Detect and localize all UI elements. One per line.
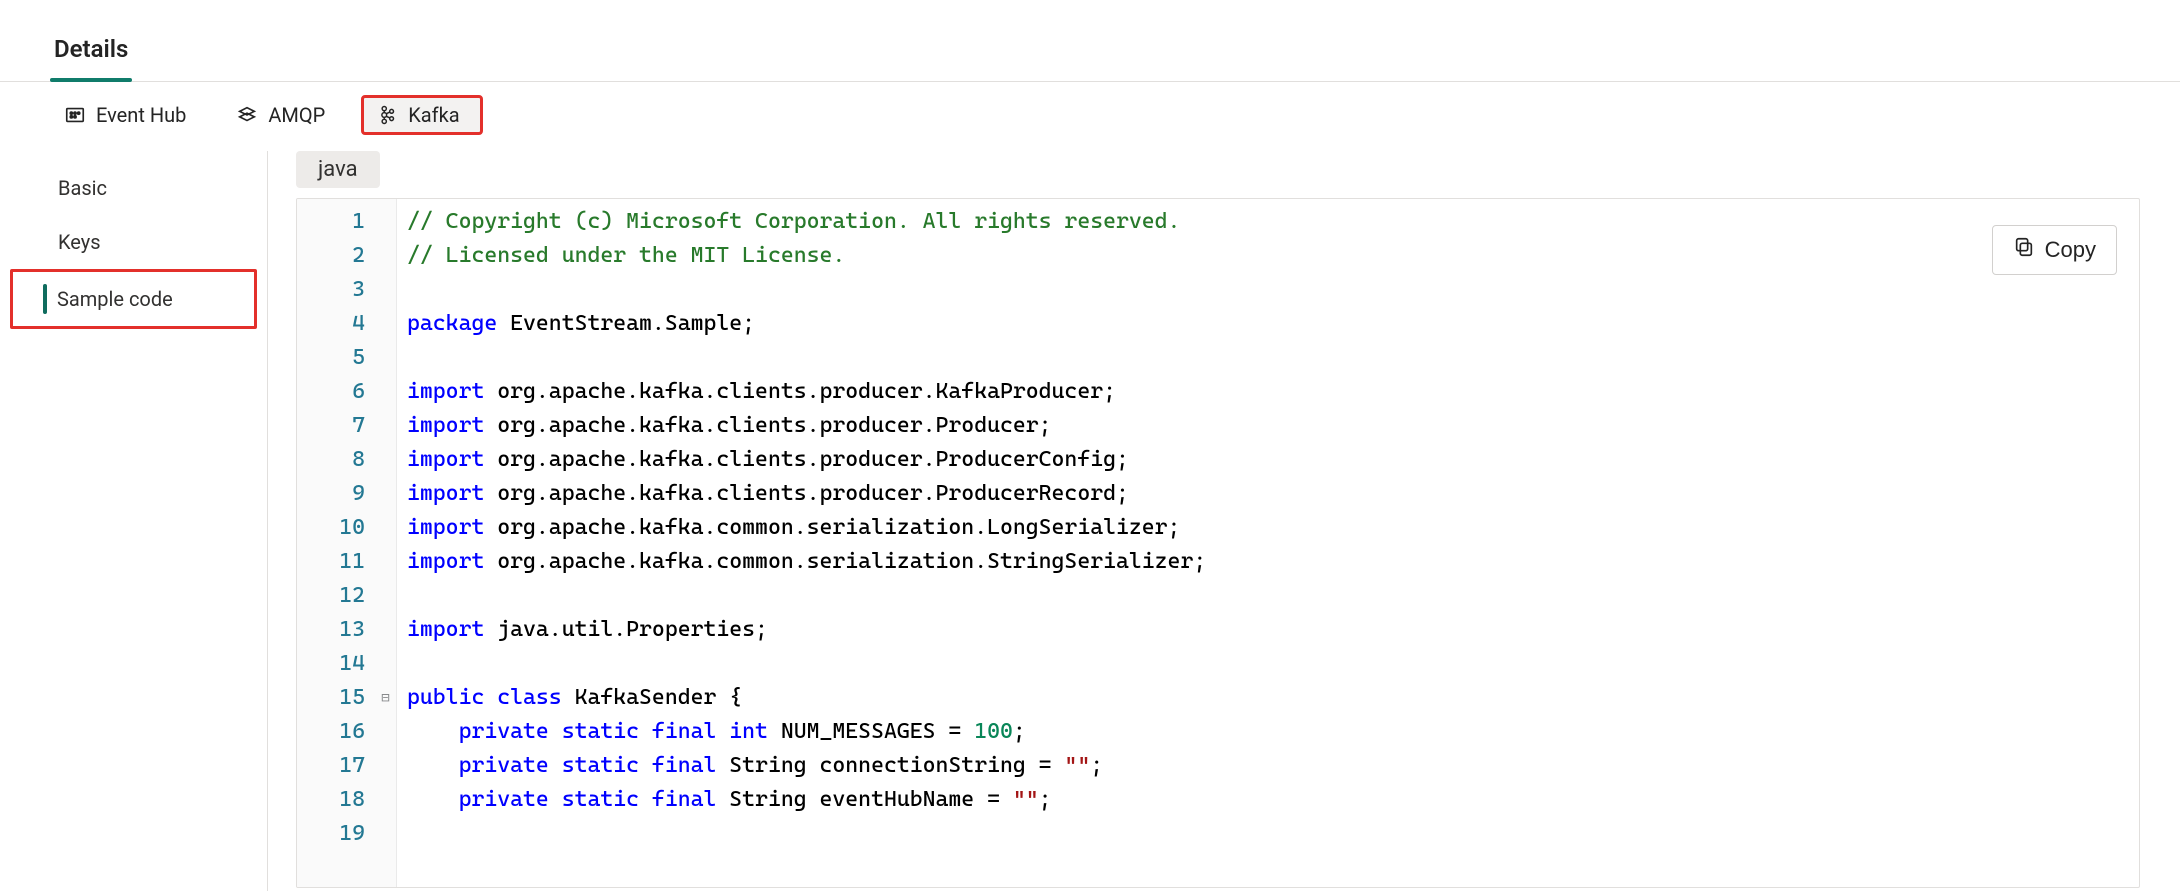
kafka-icon xyxy=(376,104,398,126)
line-number: 10 xyxy=(297,511,365,545)
fold-cell xyxy=(375,239,396,273)
code-line: import org.apache.kafka.clients.producer… xyxy=(407,375,2139,409)
main-area: Basic Keys Sample code java Copy 1234567… xyxy=(0,151,2180,891)
fold-cell xyxy=(375,273,396,307)
line-number: 8 xyxy=(297,443,365,477)
line-number: 12 xyxy=(297,579,365,613)
fold-cell xyxy=(375,715,396,749)
code-line: private static final String connectionSt… xyxy=(407,749,2139,783)
sidebar-item-basic[interactable]: Basic xyxy=(0,161,267,215)
code-scroll[interactable]: 12345678910111213141516171819 ⊟ // Copyr… xyxy=(297,199,2139,887)
fold-cell xyxy=(375,545,396,579)
copy-button[interactable]: Copy xyxy=(1992,225,2117,275)
line-number: 7 xyxy=(297,409,365,443)
line-number: 14 xyxy=(297,647,365,681)
line-number: 15 xyxy=(297,681,365,715)
code-line xyxy=(407,579,2139,613)
copy-icon xyxy=(2013,236,2035,264)
code-line: import org.apache.kafka.clients.producer… xyxy=(407,409,2139,443)
fold-cell[interactable]: ⊟ xyxy=(375,681,396,715)
fold-cell xyxy=(375,511,396,545)
code-line: package EventStream.Sample; xyxy=(407,307,2139,341)
line-number: 16 xyxy=(297,715,365,749)
line-number: 17 xyxy=(297,749,365,783)
protocol-tab-row: Event Hub AMQP Kafka xyxy=(0,82,2180,137)
fold-cell xyxy=(375,613,396,647)
protocol-tab-eventhub[interactable]: Event Hub xyxy=(50,95,200,135)
protocol-tab-amqp[interactable]: AMQP xyxy=(222,95,339,135)
code-line: import org.apache.kafka.clients.producer… xyxy=(407,477,2139,511)
code-line xyxy=(407,341,2139,375)
line-number: 18 xyxy=(297,783,365,817)
fold-cell xyxy=(375,749,396,783)
code-line: // Copyright (c) Microsoft Corporation. … xyxy=(407,205,2139,239)
code-line: private static final int NUM_MESSAGES = … xyxy=(407,715,2139,749)
sidebar-highlight: Sample code xyxy=(10,269,257,329)
fold-cell xyxy=(375,341,396,375)
code-line: import org.apache.kafka.common.serializa… xyxy=(407,511,2139,545)
fold-gutter: ⊟ xyxy=(375,199,397,887)
code-body[interactable]: // Copyright (c) Microsoft Corporation. … xyxy=(397,199,2139,887)
line-number: 4 xyxy=(297,307,365,341)
protocol-tab-label: Event Hub xyxy=(96,103,186,127)
line-number: 11 xyxy=(297,545,365,579)
code-line: public class KafkaSender { xyxy=(407,681,2139,715)
code-line xyxy=(407,817,2139,851)
fold-cell xyxy=(375,443,396,477)
line-number: 2 xyxy=(297,239,365,273)
line-number: 19 xyxy=(297,817,365,851)
fold-cell xyxy=(375,647,396,681)
fold-cell xyxy=(375,783,396,817)
tab-details[interactable]: Details xyxy=(50,23,132,81)
line-number: 9 xyxy=(297,477,365,511)
code-line: import org.apache.kafka.clients.producer… xyxy=(407,443,2139,477)
content-area: java Copy 12345678910111213141516171819 … xyxy=(268,151,2180,891)
fold-cell xyxy=(375,409,396,443)
language-row: java xyxy=(296,151,2140,188)
line-number-gutter: 12345678910111213141516171819 xyxy=(297,199,375,887)
code-line xyxy=(407,273,2139,307)
fold-cell xyxy=(375,307,396,341)
line-number: 13 xyxy=(297,613,365,647)
protocol-tab-label: Kafka xyxy=(408,103,459,127)
fold-cell xyxy=(375,817,396,851)
sidebar: Basic Keys Sample code xyxy=(0,151,268,891)
line-number: 1 xyxy=(297,205,365,239)
code-line: import java.util.Properties; xyxy=(407,613,2139,647)
code-editor: Copy 12345678910111213141516171819 ⊟ // … xyxy=(296,198,2140,888)
top-tab-strip: Details xyxy=(0,0,2180,82)
fold-cell xyxy=(375,579,396,613)
code-line: import org.apache.kafka.common.serializa… xyxy=(407,545,2139,579)
fold-cell xyxy=(375,375,396,409)
code-line: // Licensed under the MIT License. xyxy=(407,239,2139,273)
code-line xyxy=(407,647,2139,681)
protocol-tab-kafka[interactable]: Kafka xyxy=(361,95,482,135)
line-number: 5 xyxy=(297,341,365,375)
fold-cell xyxy=(375,477,396,511)
language-chip[interactable]: java xyxy=(296,151,380,188)
copy-button-label: Copy xyxy=(2045,237,2096,263)
sidebar-item-sample-code[interactable]: Sample code xyxy=(13,272,254,326)
fold-cell xyxy=(375,205,396,239)
sidebar-item-keys[interactable]: Keys xyxy=(0,215,267,269)
protocol-tab-label: AMQP xyxy=(268,103,325,127)
eventhub-icon xyxy=(64,104,86,126)
line-number: 6 xyxy=(297,375,365,409)
line-number: 3 xyxy=(297,273,365,307)
code-line: private static final String eventHubName… xyxy=(407,783,2139,817)
amqp-icon xyxy=(236,104,258,126)
